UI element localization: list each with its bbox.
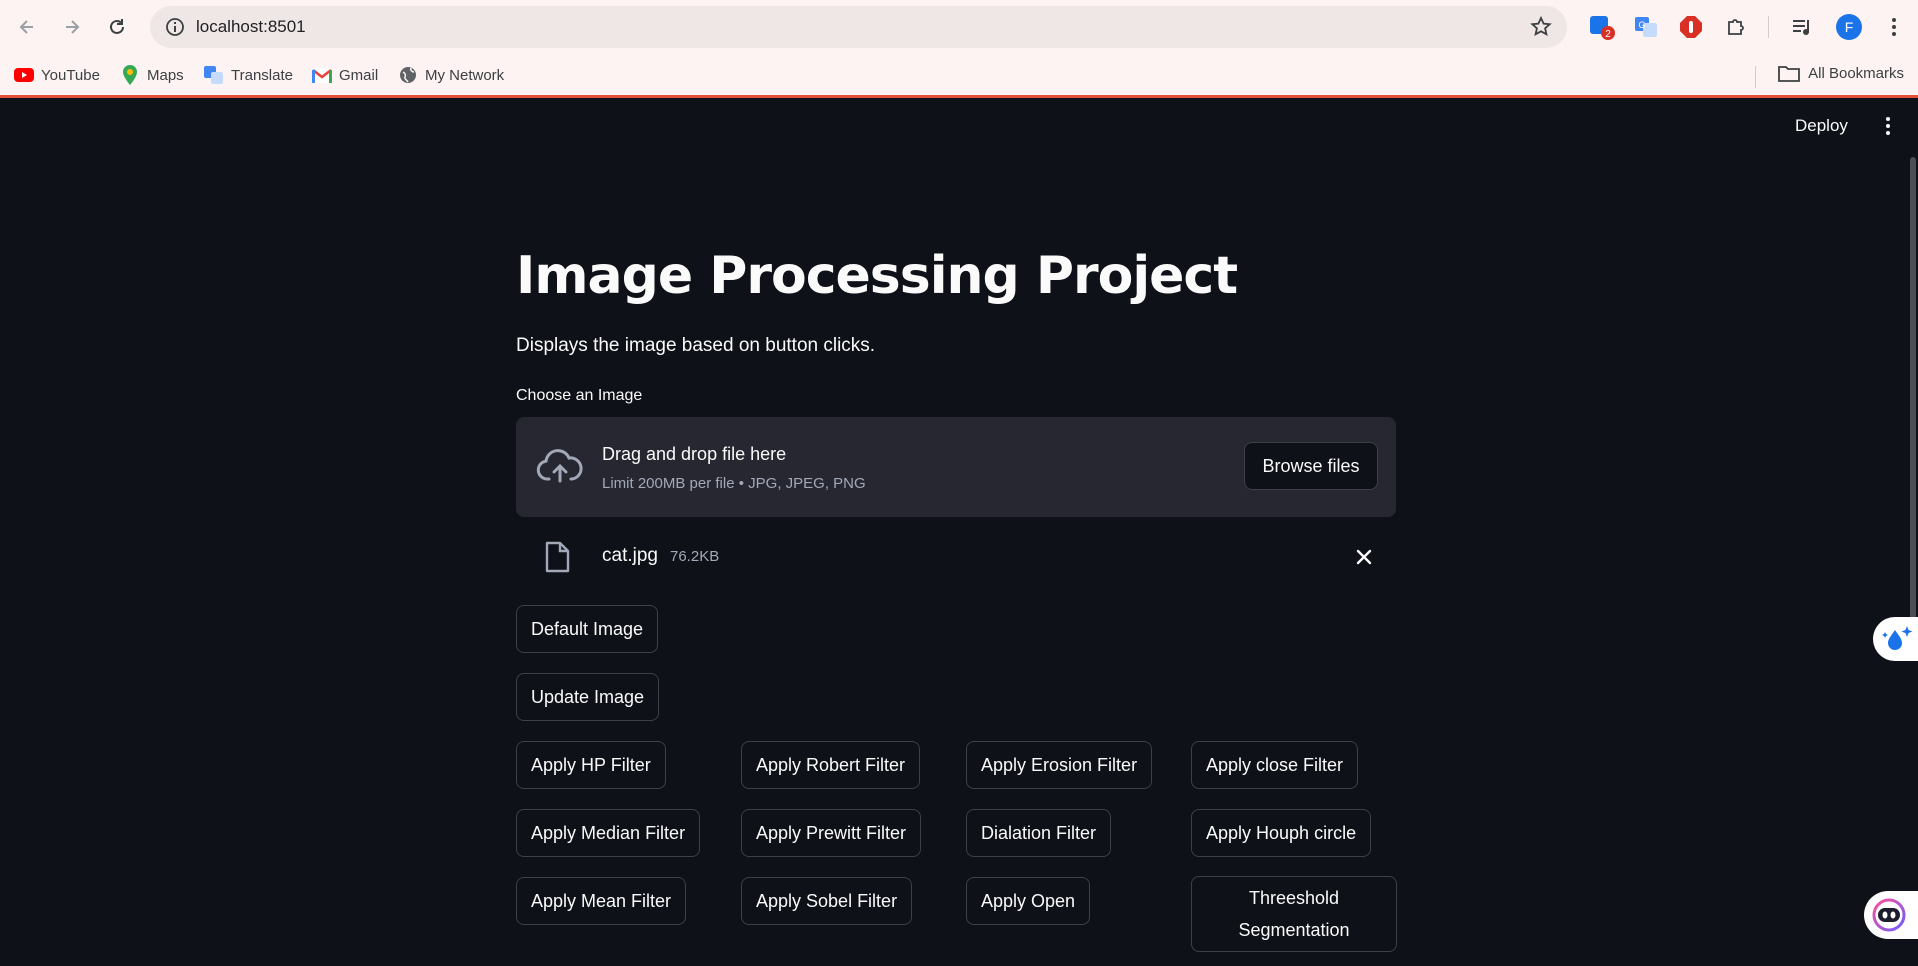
forward-button[interactable] bbox=[55, 10, 89, 44]
svg-text:G: G bbox=[1638, 20, 1645, 30]
puzzle-icon bbox=[1728, 19, 1744, 35]
default-image-button[interactable]: Default Image bbox=[516, 605, 659, 653]
translate-icon: G bbox=[1635, 17, 1657, 37]
all-bookmarks-button[interactable]: All Bookmarks bbox=[1778, 64, 1904, 82]
toolbar-divider bbox=[1768, 16, 1769, 38]
all-bookmarks-label: All Bookmarks bbox=[1808, 64, 1904, 82]
globe-icon bbox=[398, 65, 418, 85]
site-info-icon[interactable] bbox=[164, 16, 186, 38]
extension-badge-button[interactable]: 2 bbox=[1588, 13, 1616, 41]
kebab-menu-icon bbox=[1892, 18, 1896, 36]
reload-button[interactable] bbox=[100, 10, 134, 44]
cloud-upload-icon bbox=[536, 449, 583, 483]
adblock-extension-button[interactable] bbox=[1677, 13, 1705, 41]
apply-close-filter-button[interactable]: Apply close Filter bbox=[1191, 741, 1359, 789]
bookmark-label: Maps bbox=[147, 66, 184, 84]
dropzone-limit: Limit 200MB per file • JPG, JPEG, PNG bbox=[602, 475, 866, 492]
url-text[interactable]: localhost:8501 bbox=[196, 17, 306, 37]
file-size: 76.2KB bbox=[670, 548, 720, 565]
apply-hp-filter-button[interactable]: Apply HP Filter bbox=[516, 741, 666, 789]
page-subtitle: Displays the image based on button click… bbox=[516, 335, 876, 356]
youtube-icon bbox=[14, 65, 34, 85]
bookmark-youtube[interactable]: YouTube bbox=[14, 64, 100, 86]
app-menu-icon[interactable] bbox=[1883, 115, 1893, 137]
bookmark-label: My Network bbox=[425, 66, 505, 84]
profile-avatar[interactable]: F bbox=[1836, 14, 1862, 40]
playlist-icon bbox=[1793, 20, 1809, 35]
sparkle-drop-icon bbox=[1882, 626, 1913, 650]
gmail-icon bbox=[312, 65, 332, 85]
apply-houph-circle-button[interactable]: Apply Houph circle bbox=[1191, 809, 1372, 857]
apply-robert-filter-button[interactable]: Apply Robert Filter bbox=[741, 741, 921, 789]
apply-prewitt-filter-button[interactable]: Apply Prewitt Filter bbox=[741, 809, 922, 857]
folder-icon bbox=[1778, 66, 1801, 82]
translate-extension-button[interactable]: G bbox=[1632, 13, 1660, 41]
bookmark-gmail[interactable]: Gmail bbox=[312, 64, 378, 86]
calendar-extension-icon: 2 bbox=[1590, 16, 1615, 40]
scrollbar-thumb[interactable] bbox=[1910, 157, 1916, 637]
assistant-float-widget[interactable] bbox=[1864, 891, 1918, 939]
maps-icon bbox=[120, 65, 140, 85]
page-title: Image Processing Project bbox=[516, 246, 1238, 306]
bookmark-translate[interactable]: Translate bbox=[204, 64, 293, 86]
bookmark-label: YouTube bbox=[41, 66, 100, 84]
apply-median-filter-button[interactable]: Apply Median Filter bbox=[516, 809, 701, 857]
dropzone-instructions: Drag and drop file here bbox=[602, 444, 787, 464]
arrow-left-icon bbox=[19, 20, 33, 34]
arrow-right-icon bbox=[66, 20, 80, 34]
bookmark-maps[interactable]: Maps bbox=[120, 64, 184, 86]
update-image-button[interactable]: Update Image bbox=[516, 673, 660, 721]
bookmark-label: Gmail bbox=[339, 66, 379, 84]
extension-float-widget[interactable] bbox=[1873, 617, 1918, 661]
bookmark-star-icon[interactable] bbox=[1529, 15, 1553, 39]
address-bar[interactable]: localhost:8501 bbox=[150, 6, 1567, 48]
apply-sobel-filter-button[interactable]: Apply Sobel Filter bbox=[741, 877, 913, 925]
threshold-segmentation-button[interactable]: Threeshold Segmentation bbox=[1191, 876, 1397, 952]
file-dropzone[interactable]: Drag and drop file here Limit 200MB per … bbox=[516, 417, 1396, 517]
file-icon bbox=[545, 541, 570, 573]
uploaded-file: cat.jpg 76.2KB bbox=[516, 535, 1396, 579]
reload-icon bbox=[110, 19, 124, 34]
bookmark-my-network[interactable]: My Network bbox=[398, 64, 504, 86]
svg-text:2: 2 bbox=[1605, 29, 1611, 40]
stop-hand-icon bbox=[1680, 16, 1702, 38]
uploader-label: Choose an Image bbox=[516, 387, 643, 404]
file-name: cat.jpg bbox=[602, 545, 658, 566]
bookmarks-divider bbox=[1755, 66, 1756, 88]
browser-menu-button[interactable] bbox=[1880, 13, 1908, 41]
browser-toolbar: localhost:8501 2 G F bbox=[0, 0, 1918, 54]
dialation-filter-button[interactable]: Dialation Filter bbox=[966, 809, 1112, 857]
bookmarks-bar: YouTube Maps Translate Gmail My Network … bbox=[0, 54, 1918, 98]
apply-mean-filter-button[interactable]: Apply Mean Filter bbox=[516, 877, 687, 925]
browse-files-button[interactable]: Browse files bbox=[1244, 442, 1378, 490]
translate-icon bbox=[204, 65, 224, 85]
apply-open-button[interactable]: Apply Open bbox=[966, 877, 1091, 925]
extensions-button[interactable] bbox=[1722, 13, 1750, 41]
close-icon[interactable] bbox=[1352, 545, 1376, 569]
deploy-button[interactable]: Deploy bbox=[1795, 116, 1848, 136]
back-button[interactable] bbox=[10, 10, 44, 44]
app-main: Deploy Image Processing Project Displays… bbox=[0, 101, 1918, 966]
bookmark-label: Translate bbox=[231, 66, 293, 84]
media-controls-button[interactable] bbox=[1788, 13, 1816, 41]
apply-erosion-filter-button[interactable]: Apply Erosion Filter bbox=[966, 741, 1153, 789]
robot-face-icon bbox=[1872, 898, 1906, 932]
